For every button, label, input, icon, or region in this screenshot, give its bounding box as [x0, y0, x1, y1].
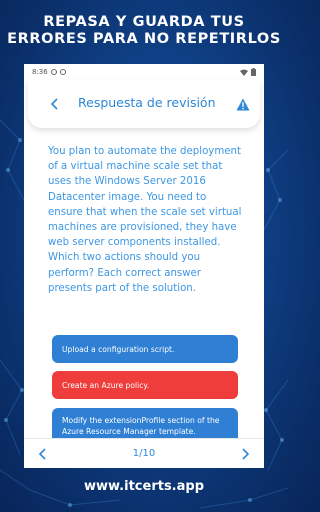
status-time: 8:36: [32, 68, 48, 76]
page-title: Respuesta de revisión: [78, 95, 216, 110]
chevron-left-icon: [50, 98, 58, 110]
pagination-bar: 1/10: [24, 438, 264, 468]
answer-label: Create an Azure policy.: [62, 380, 150, 390]
page-counter: 1/10: [132, 448, 156, 459]
answer-option-2[interactable]: Create an Azure policy.: [52, 371, 238, 399]
brand-url: www.itcerts.app: [83, 479, 204, 494]
status-bar: 8:36: [24, 64, 264, 80]
notification-icon: [50, 69, 57, 75]
answer-label: Upload a configuration script.: [62, 344, 175, 354]
phone-screen: 8:36 Respuesta de revisión You plan to a…: [24, 64, 264, 468]
back-button[interactable]: [46, 94, 62, 114]
app-header: Respuesta de revisión: [28, 80, 260, 128]
promo-line-1: REPASA Y GUARDA TUS: [43, 14, 245, 30]
promo-headline: REPASA Y GUARDA TUS ERRORES PARA NO REPE…: [0, 14, 288, 48]
chevron-left-icon: [38, 447, 46, 460]
previous-button[interactable]: [34, 446, 50, 462]
chevron-right-icon: [242, 447, 250, 460]
answer-label: Modify the extensionProfile section of t…: [62, 416, 220, 436]
battery-icon: [251, 68, 256, 76]
notification-icon: [59, 69, 66, 75]
wifi-icon: [240, 69, 248, 76]
question-text: You plan to automate the deployment of a…: [48, 146, 242, 294]
warning-icon: [236, 98, 250, 111]
next-button[interactable]: [238, 446, 254, 462]
answer-option-1[interactable]: Upload a configuration script.: [52, 335, 238, 363]
promo-line-2: ERRORES PARA NO REPETIRLOS: [7, 31, 281, 47]
report-button[interactable]: [236, 96, 250, 111]
